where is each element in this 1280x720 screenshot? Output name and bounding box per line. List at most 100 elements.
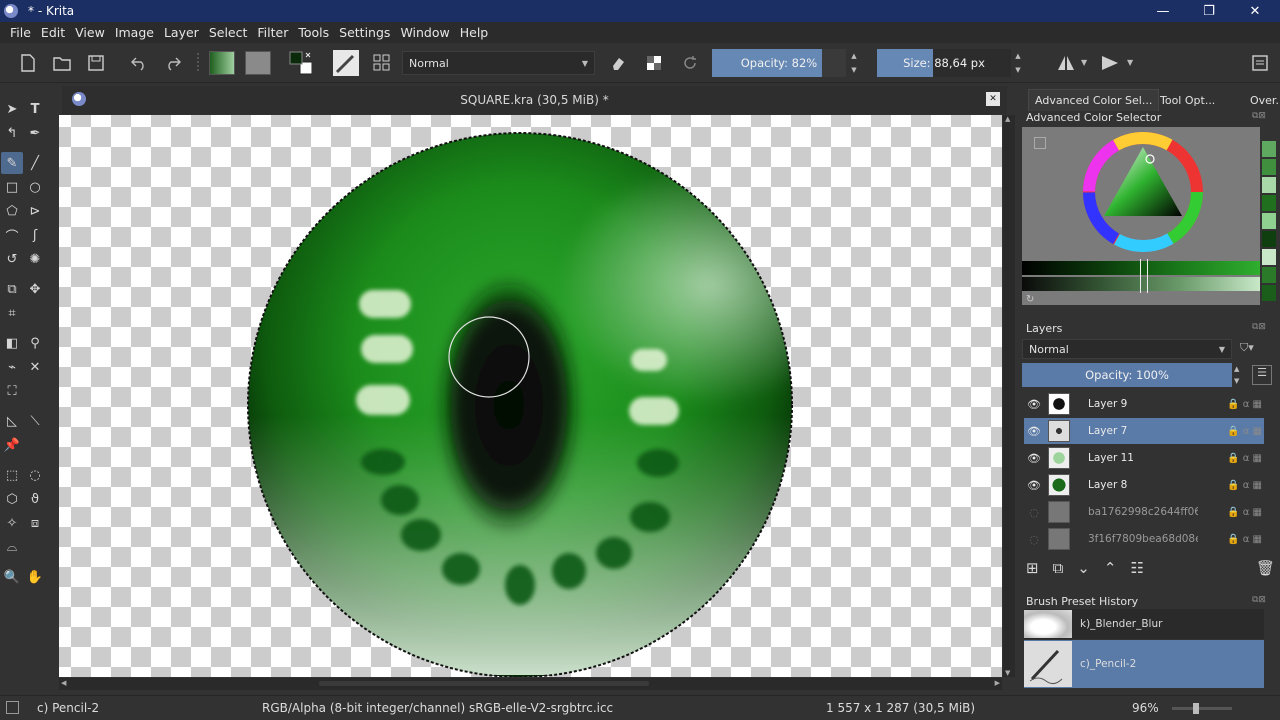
layer-flags-icons[interactable]: 🔒 α ▦ — [1227, 480, 1262, 491]
layer-flags-icons[interactable]: 🔒 α ▦ — [1227, 507, 1262, 518]
visibility-eye-icon[interactable]: 👁 — [1024, 479, 1044, 492]
zoom-slider[interactable] — [1172, 703, 1232, 714]
layer-blend-mode-select[interactable]: Normal ▼ — [1022, 339, 1232, 359]
preserve-alpha-icon[interactable] — [642, 51, 666, 75]
foreground-background-color-icon[interactable] — [288, 51, 312, 75]
palette-swatch[interactable] — [1262, 249, 1276, 265]
layer-row[interactable]: ◌ ba1762998c2644ff06b7d... 🔒 α ▦ — [1024, 499, 1264, 525]
reference-images-tool-icon[interactable]: 📌 — [1, 434, 23, 456]
palette-swatch[interactable] — [1262, 267, 1276, 283]
size-spinner-icon[interactable]: ▲ ▼ — [1012, 49, 1024, 77]
bezier-selection-tool-icon[interactable]: ⌓ — [1, 536, 23, 558]
tab-overview[interactable]: Over... — [1244, 89, 1280, 111]
open-document-icon[interactable] — [50, 51, 74, 75]
palette-swatch[interactable] — [1262, 141, 1276, 157]
close-window-button[interactable]: ✕ — [1232, 0, 1278, 22]
mirror-vertical-icon[interactable] — [1098, 51, 1122, 75]
duplicate-layer-icon[interactable]: ⧉ — [1053, 559, 1064, 577]
visibility-eye-icon[interactable]: 👁 — [1024, 452, 1044, 465]
new-document-icon[interactable] — [16, 51, 40, 75]
canvas[interactable] — [59, 115, 1002, 677]
minimize-button[interactable]: — — [1140, 0, 1186, 22]
tab-tool-options[interactable]: Tool Opt... — [1154, 89, 1221, 111]
restore-button[interactable]: ❐ — [1186, 0, 1232, 22]
color-wheel[interactable] — [1078, 127, 1208, 257]
palette-swatch[interactable] — [1262, 159, 1276, 175]
gradient-tool-icon[interactable]: ◧ — [1, 332, 23, 354]
eraser-mode-icon[interactable] — [606, 51, 630, 75]
brush-history-float-close-icon[interactable]: ⧉⊠ — [1252, 595, 1266, 605]
layer-properties-icon[interactable]: ☷ — [1130, 559, 1143, 577]
reload-preset-icon[interactable] — [678, 51, 702, 75]
select-shapes-tool-icon[interactable]: ➤ — [1, 98, 23, 120]
add-layer-icon[interactable]: ⊞ — [1026, 559, 1039, 577]
layer-opacity-slider[interactable]: Opacity: 100% — [1022, 363, 1232, 387]
layer-flags-icons[interactable]: 🔒 α ▦ — [1227, 399, 1262, 410]
color-selector-settings-icon[interactable] — [1034, 137, 1046, 149]
ellipse-tool-icon[interactable]: ○ — [24, 176, 46, 198]
menu-view[interactable]: View — [70, 25, 110, 40]
measure-tool-icon[interactable]: ⟍ — [24, 410, 46, 432]
scroll-left-icon[interactable]: ◀ — [61, 679, 66, 687]
palette-swatch[interactable] — [1262, 195, 1276, 211]
scroll-up-icon[interactable]: ▲ — [1005, 115, 1010, 123]
close-document-button[interactable]: ✕ — [986, 92, 1000, 106]
zoom-tool-icon[interactable]: 🔍 — [1, 566, 23, 588]
menu-file[interactable]: File — [0, 25, 36, 40]
layer-flags-icons[interactable]: 🔒 α ▦ — [1227, 534, 1262, 545]
horizontal-scroll-thumb[interactable] — [319, 681, 649, 686]
menu-tools[interactable]: Tools — [293, 25, 334, 40]
dynamic-brush-tool-icon[interactable]: ↺ — [1, 248, 23, 270]
palette-swatch[interactable] — [1262, 285, 1276, 301]
blend-mode-select[interactable]: Normal ▼ — [402, 51, 595, 75]
mirror-horizontal-icon[interactable] — [1054, 51, 1078, 75]
polyline-tool-icon[interactable]: ⊳ — [24, 200, 46, 222]
similar-color-selection-tool-icon[interactable]: ⧈ — [24, 512, 46, 534]
assistant-tool-icon[interactable]: ◺ — [1, 410, 23, 432]
scroll-right-icon[interactable]: ▶ — [995, 679, 1000, 687]
menu-help[interactable]: Help — [455, 25, 494, 40]
layer-row[interactable]: ◌ 3f16f7809bea68d08e199... 🔒 α ▦ — [1024, 526, 1264, 552]
layer-filter-icon[interactable]: ⛉▾ — [1240, 341, 1254, 355]
selection-display-icon[interactable] — [6, 701, 19, 714]
opacity-spinner-icon[interactable]: ▲ ▼ — [848, 49, 860, 77]
undo-icon[interactable] — [127, 51, 151, 75]
freehand-path-tool-icon[interactable]: ʃ — [24, 224, 46, 246]
line-tool-icon[interactable]: ╱ — [24, 152, 46, 174]
move-layer-down-icon[interactable]: ⌄ — [1077, 559, 1090, 577]
docker-float-close-icon[interactable]: ⧉⊠ — [1252, 111, 1266, 121]
visibility-eye-icon[interactable]: 👁 — [1024, 398, 1044, 411]
calligraphy-tool-icon[interactable]: ✒ — [24, 122, 46, 144]
edit-shapes-tool-icon[interactable]: ↰ — [1, 122, 23, 144]
redo-icon[interactable] — [161, 51, 185, 75]
pattern-preset-icon[interactable] — [244, 51, 272, 75]
polygon-tool-icon[interactable]: ⬠ — [1, 200, 23, 222]
layer-flags-icons[interactable]: 🔒 α ▦ — [1227, 426, 1262, 437]
gradient-preset-icon[interactable] — [208, 51, 236, 75]
size-slider[interactable]: Size: 88,64 px — [877, 49, 1011, 77]
zoom-slider-handle[interactable] — [1193, 703, 1199, 714]
elliptical-selection-tool-icon[interactable]: ◌ — [24, 464, 46, 486]
visibility-eye-icon[interactable]: 👁 — [1024, 425, 1044, 438]
hidden-eye-icon[interactable]: ◌ — [1024, 506, 1044, 519]
freehand-brush-tool-icon[interactable]: ✎ — [1, 152, 23, 174]
freehand-selection-tool-icon[interactable]: ϑ — [24, 488, 46, 510]
bezier-curve-tool-icon[interactable]: ⌒ — [1, 224, 23, 246]
document-title[interactable]: SQUARE.kra (30,5 MiB) * — [62, 93, 1007, 107]
layer-options-icon[interactable]: ☰ — [1252, 365, 1272, 385]
color-selector-area[interactable]: ↻ — [1022, 127, 1260, 305]
transform-tool-icon[interactable]: ⧉ — [1, 278, 23, 300]
layer-row[interactable]: 👁 Layer 8 🔒 α ▦ — [1024, 472, 1264, 498]
mirror-vertical-chevron-icon[interactable]: ▼ — [1127, 58, 1133, 67]
contiguous-selection-tool-icon[interactable]: ✧ — [1, 512, 23, 534]
brush-preset-icon[interactable] — [332, 50, 360, 76]
layer-opacity-spinner-icon[interactable]: ▲ ▼ — [1234, 363, 1239, 387]
toggle-dockers-icon[interactable] — [1248, 51, 1272, 75]
pan-tool-icon[interactable]: ✋ — [24, 566, 46, 588]
colorize-mask-tool-icon[interactable]: ⌁ — [1, 356, 23, 378]
vertical-scrollbar[interactable]: ▲ ▼ — [1003, 115, 1015, 677]
move-tool-icon[interactable]: ✥ — [24, 278, 46, 300]
move-layer-up-icon[interactable]: ⌃ — [1104, 559, 1117, 577]
delete-layer-icon[interactable]: 🗑 — [1256, 559, 1275, 577]
tab-advanced-color-selector[interactable]: Advanced Color Sel... — [1028, 89, 1160, 111]
